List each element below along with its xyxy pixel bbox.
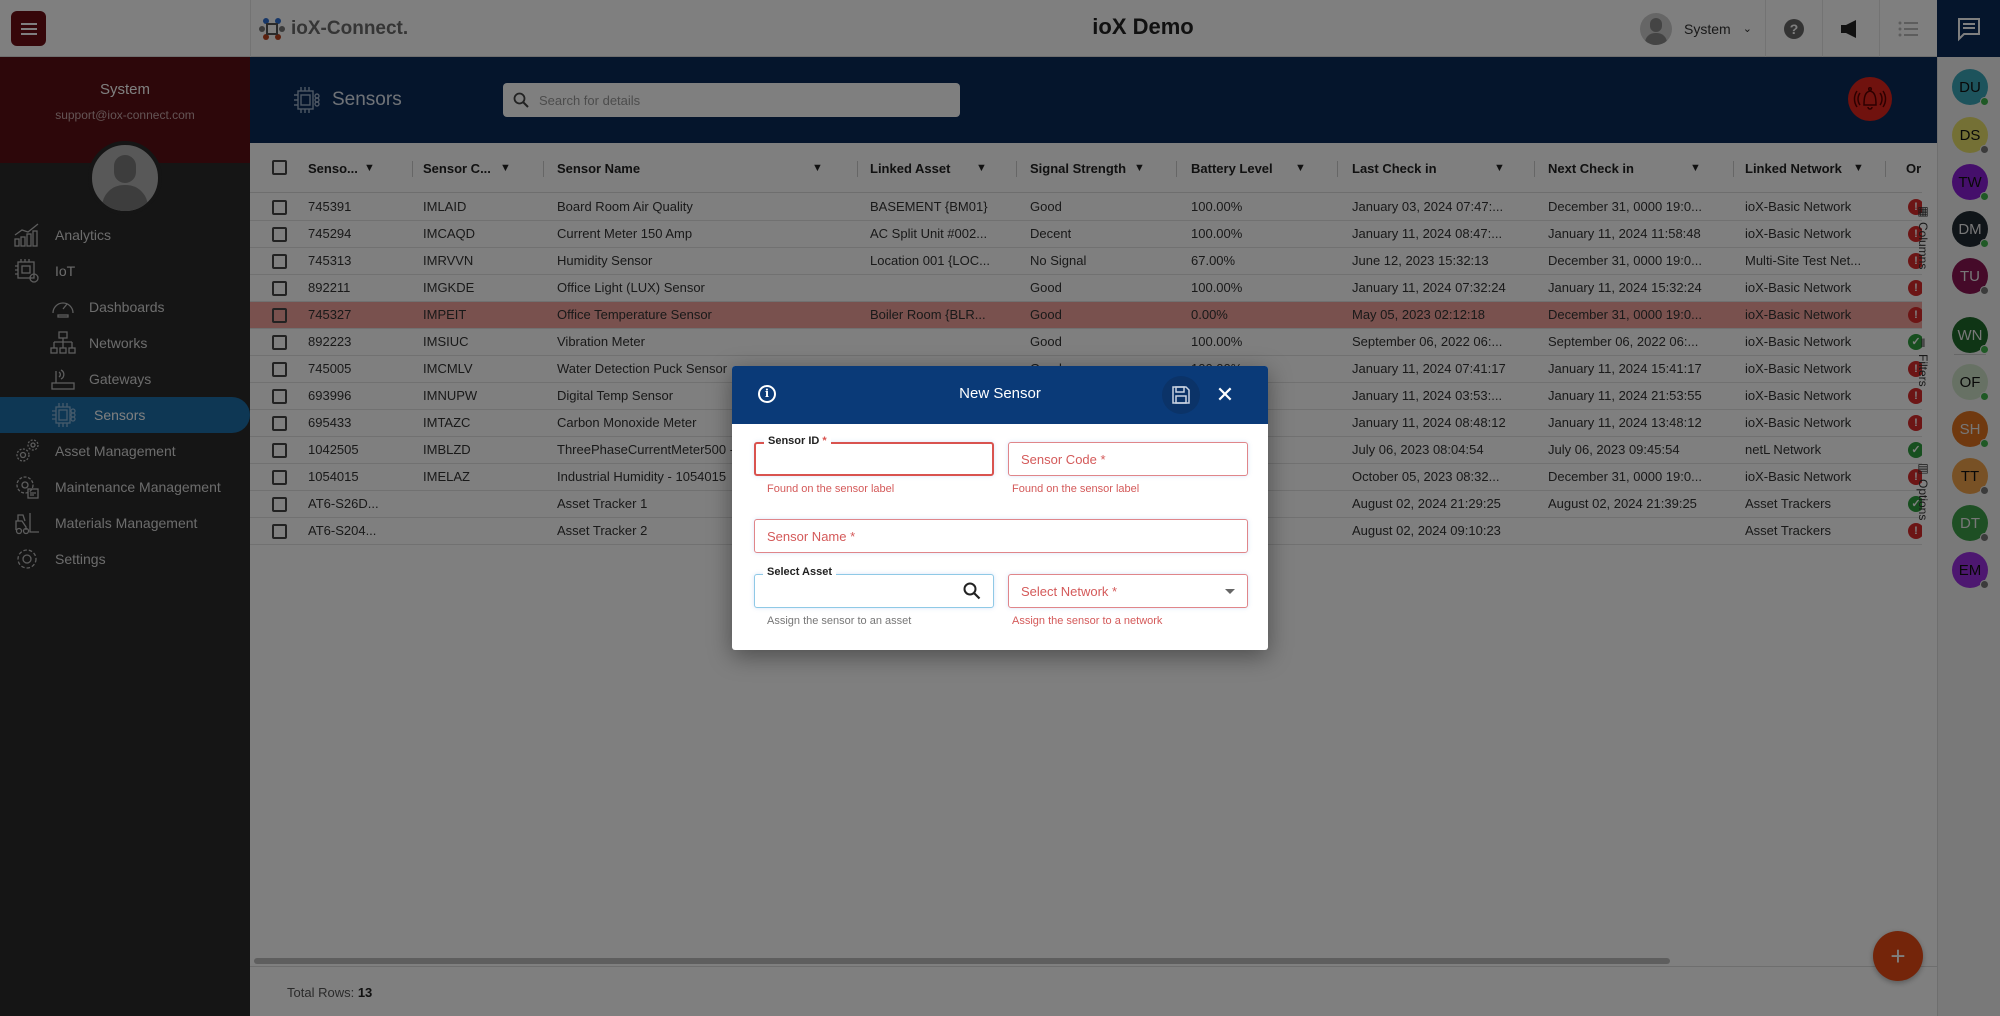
close-icon: ✕ [1215,382,1235,407]
save-button[interactable] [1162,376,1200,414]
sensor-id-input[interactable] [756,444,992,474]
select-asset-label: Select Asset [763,566,837,578]
sensor-name-field[interactable] [754,519,1248,553]
sensor-code-field[interactable] [1008,442,1248,476]
sensor-code-helper: Found on the sensor label [1012,483,1140,495]
new-sensor-dialog: i New Sensor ✕ Sensor ID * Found on the … [732,366,1268,650]
sensor-id-helper: Found on the sensor label [767,483,895,495]
required-mark: * [822,435,827,447]
select-network-helper: Assign the sensor to a network [1012,615,1163,627]
dialog-header: i New Sensor ✕ [732,366,1268,424]
sensor-id-label: Sensor ID * [764,435,831,447]
sensor-code-input[interactable] [1009,443,1247,475]
close-button[interactable]: ✕ [1210,380,1240,410]
select-asset-helper: Assign the sensor to an asset [767,615,912,627]
search-icon[interactable] [963,582,981,600]
save-icon [1172,386,1190,404]
label-text: Sensor ID [768,435,820,447]
sensor-id-field[interactable]: Sensor ID * [754,435,994,476]
select-asset-field[interactable]: Select Asset [754,566,994,608]
select-asset-input[interactable] [755,575,993,607]
dropdown-arrow-icon [1225,589,1235,594]
select-network-dropdown[interactable]: Select Network * [1008,574,1248,608]
sensor-name-input[interactable] [755,520,1247,552]
select-network-placeholder: Select Network * [1021,584,1118,599]
app-root: ioX-Connect. ioX Demo System ⌄ ? [0,0,2000,1016]
